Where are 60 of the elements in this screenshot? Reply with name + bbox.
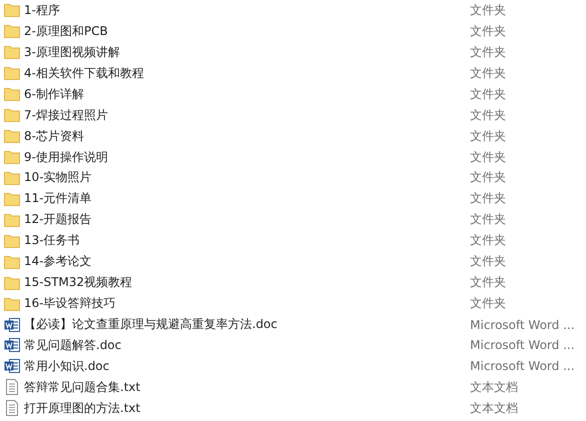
text-document-icon — [4, 379, 20, 396]
file-name[interactable]: 14-参考论文 — [24, 253, 92, 270]
file-name[interactable]: 15-STM32视频教程 — [24, 274, 132, 292]
folder-icon — [4, 45, 20, 60]
word-document-icon — [4, 358, 20, 374]
file-type: 文件夹 — [470, 148, 506, 166]
text-document-icon — [4, 400, 20, 416]
file-name[interactable]: 7-焊接过程照片 — [24, 106, 108, 124]
folder-icon — [4, 234, 20, 248]
folder-icon — [4, 24, 20, 38]
file-type: 文件夹 — [470, 128, 506, 145]
file-name[interactable]: 打开原理图的方法.txt — [24, 400, 140, 417]
file-type: 文本文档 — [470, 400, 518, 417]
file-type: 文件夹 — [470, 2, 506, 19]
file-type: 文件夹 — [470, 169, 506, 186]
file-type: 文件夹 — [470, 232, 506, 250]
file-type: 文件夹 — [470, 211, 506, 228]
file-name[interactable]: 3-原理图视频讲解 — [24, 44, 120, 61]
folder-icon — [4, 170, 20, 185]
file-type: 文件夹 — [470, 295, 506, 312]
file-type: 文件夹 — [470, 190, 506, 208]
folder-icon — [4, 87, 20, 102]
file-type: 文件夹 — [470, 106, 506, 124]
file-type: 文件夹 — [470, 64, 506, 82]
word-document-icon — [4, 337, 20, 354]
file-name[interactable]: 10-实物照片 — [24, 169, 92, 186]
folder-icon — [4, 129, 20, 144]
file-name[interactable]: 答辩常见问题合集.txt — [24, 378, 140, 396]
file-name[interactable]: 11-元件清单 — [24, 190, 92, 208]
folder-icon — [4, 254, 20, 269]
file-name[interactable]: 13-任务书 — [24, 232, 80, 250]
file-name[interactable]: 4-相关软件下载和教程 — [24, 64, 144, 82]
file-name[interactable]: 1-程序 — [24, 2, 60, 19]
file-name[interactable]: 6-制作详解 — [24, 86, 84, 103]
file-type: 文本文档 — [470, 378, 518, 396]
file-type: 文件夹 — [470, 86, 506, 103]
file-name[interactable]: 【必读】论文查重原理与规避高重复率方法.doc — [24, 316, 278, 334]
file-type: 文件夹 — [470, 253, 506, 270]
folder-icon — [4, 108, 20, 122]
folder-icon — [4, 192, 20, 206]
file-name[interactable]: 9-使用操作说明 — [24, 148, 108, 166]
folder-icon — [4, 150, 20, 164]
file-type: 文件夹 — [470, 274, 506, 292]
folder-icon — [4, 66, 20, 80]
file-type: Microsoft Word ... — [470, 359, 575, 374]
file-name[interactable]: 16-毕设答辩技巧 — [24, 295, 116, 312]
file-type: Microsoft Word ... — [470, 318, 575, 332]
folder-icon — [4, 276, 20, 290]
folder-icon — [4, 212, 20, 227]
file-name[interactable]: 常见问题解答.doc — [24, 336, 122, 354]
file-type: 文件夹 — [470, 22, 506, 40]
folder-icon — [4, 3, 20, 18]
file-type: 文件夹 — [470, 44, 506, 61]
file-name[interactable]: 常用小知识.doc — [24, 358, 110, 375]
folder-icon — [4, 296, 20, 311]
file-name[interactable]: 12-开题报告 — [24, 211, 92, 228]
file-name[interactable]: 8-芯片资料 — [24, 128, 84, 145]
word-document-icon — [4, 316, 20, 333]
file-name[interactable]: 2-原理图和PCB — [24, 22, 108, 40]
file-type: Microsoft Word ... — [470, 338, 575, 352]
